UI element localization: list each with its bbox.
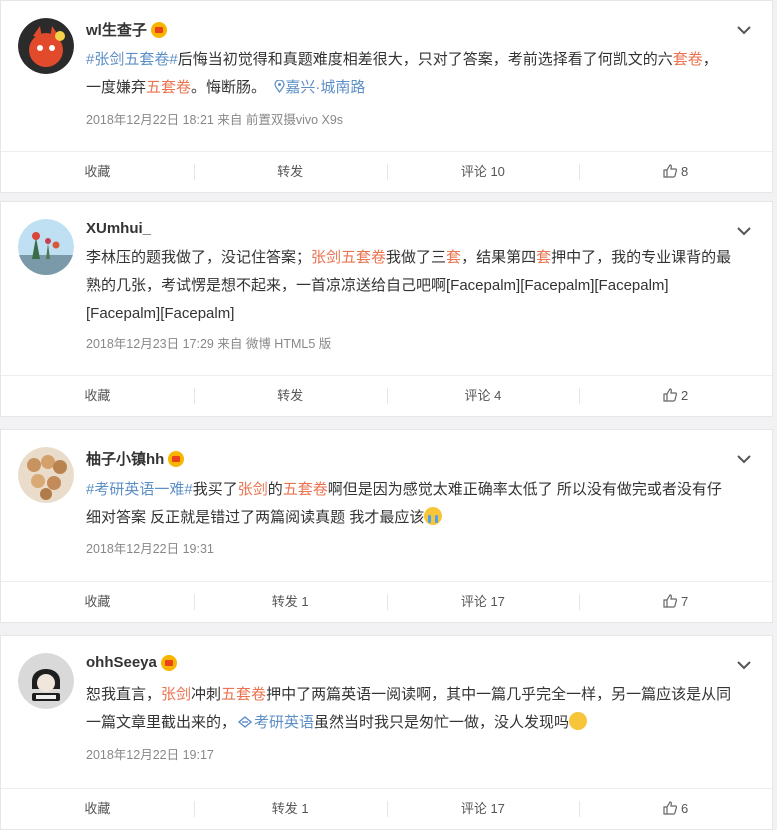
avatar[interactable] (18, 18, 74, 74)
post-text: #张剑五套卷#后悔当初觉得和真题难度相差很大，只对了答案，考前选择看了何凯文的六… (86, 51, 718, 96)
chevron-down-icon[interactable] (736, 658, 752, 672)
location-link[interactable]: 嘉兴·城南路 (270, 79, 365, 96)
chevron-down-icon[interactable] (736, 23, 752, 37)
post-card: XUmhui_ 李林压的题我做了，没记住答案；张剑五套卷我做了三套，结果第四套押… (0, 201, 773, 417)
action-bar: 收藏 转发 1 评论 17 7 (1, 581, 772, 622)
username[interactable]: wl生查子 (86, 19, 167, 40)
post-text: 李林压的题我做了，没记住答案；张剑五套卷我做了三套，结果第四套押中了，我的专业课… (86, 249, 732, 322)
post-meta: 2018年12月22日 19:31 (86, 542, 214, 556)
sweat-smile-emoji-icon (569, 712, 588, 730)
like-button[interactable]: 8 (579, 152, 772, 192)
super-topic-link[interactable]: 考研英语 (236, 714, 314, 731)
comment-button[interactable]: 评论 4 (386, 376, 580, 416)
username[interactable]: 柚子小镇hh (86, 448, 185, 469)
chevron-down-icon[interactable] (736, 224, 752, 238)
thumb-up-icon (663, 164, 677, 178)
post-text: #考研英语一难#我买了张剑的五套卷啊但是因为感觉太难正确率太低了 所以没有做完或… (86, 481, 722, 526)
post-card: ohhSeeya 恕我直言，张剑冲刺五套卷押中了两篇英语一阅读啊，其中一篇几乎完… (0, 635, 773, 830)
avatar[interactable] (18, 653, 74, 709)
post-text: 恕我直言，张剑冲刺五套卷押中了两篇英语一阅读啊，其中一篇几乎完全一样，另一篇应该… (86, 686, 732, 731)
action-bar: 收藏 转发 评论 10 8 (1, 151, 772, 192)
like-button[interactable]: 2 (579, 376, 772, 416)
post-meta: 2018年12月22日 18:21 来自 前置双摄vivo X9s (86, 113, 344, 127)
comment-button[interactable]: 评论 10 (386, 152, 580, 192)
post-card: wl生查子 #张剑五套卷#后悔当初觉得和真题难度相差很大，只对了答案，考前选择看… (0, 0, 773, 193)
collect-button[interactable]: 收藏 (1, 152, 194, 192)
repost-button[interactable]: 转发 1 (193, 789, 387, 829)
thumb-up-icon (663, 388, 677, 402)
username[interactable]: XUmhui_ (86, 220, 151, 237)
crying-emoji-icon (424, 507, 443, 525)
collect-button[interactable]: 收藏 (1, 789, 194, 829)
vip-badge-icon (150, 21, 167, 38)
hashtag[interactable]: #考研英语一难# (86, 481, 193, 498)
super-topic-icon (237, 716, 253, 728)
post-card: 柚子小镇hh #考研英语一难#我买了张剑的五套卷啊但是因为感觉太难正确率太低了 … (0, 429, 773, 623)
like-button[interactable]: 7 (579, 582, 772, 622)
chevron-down-icon[interactable] (736, 452, 752, 466)
repost-button[interactable]: 转发 (193, 152, 387, 192)
collect-button[interactable]: 收藏 (1, 582, 194, 622)
avatar[interactable] (18, 447, 74, 503)
thumb-up-icon (663, 594, 677, 608)
username[interactable]: ohhSeeya (86, 654, 177, 671)
repost-button[interactable]: 转发 1 (193, 582, 387, 622)
comment-button[interactable]: 评论 17 (386, 789, 580, 829)
action-bar: 收藏 转发 1 评论 17 6 (1, 788, 772, 829)
location-pin-icon (274, 79, 286, 94)
avatar[interactable] (18, 219, 74, 275)
action-bar: 收藏 转发 评论 4 2 (1, 375, 772, 416)
comment-button[interactable]: 评论 17 (386, 582, 580, 622)
repost-button[interactable]: 转发 (193, 376, 387, 416)
thumb-up-icon (663, 801, 677, 815)
hashtag[interactable]: #张剑五套卷# (86, 51, 178, 68)
post-meta: 2018年12月22日 19:17 (86, 748, 214, 762)
vip-badge-icon (168, 450, 185, 467)
vip-badge-icon (160, 654, 177, 671)
collect-button[interactable]: 收藏 (1, 376, 194, 416)
post-meta: 2018年12月23日 17:29 来自 微博 HTML5 版 (86, 337, 332, 351)
like-button[interactable]: 6 (579, 789, 772, 829)
